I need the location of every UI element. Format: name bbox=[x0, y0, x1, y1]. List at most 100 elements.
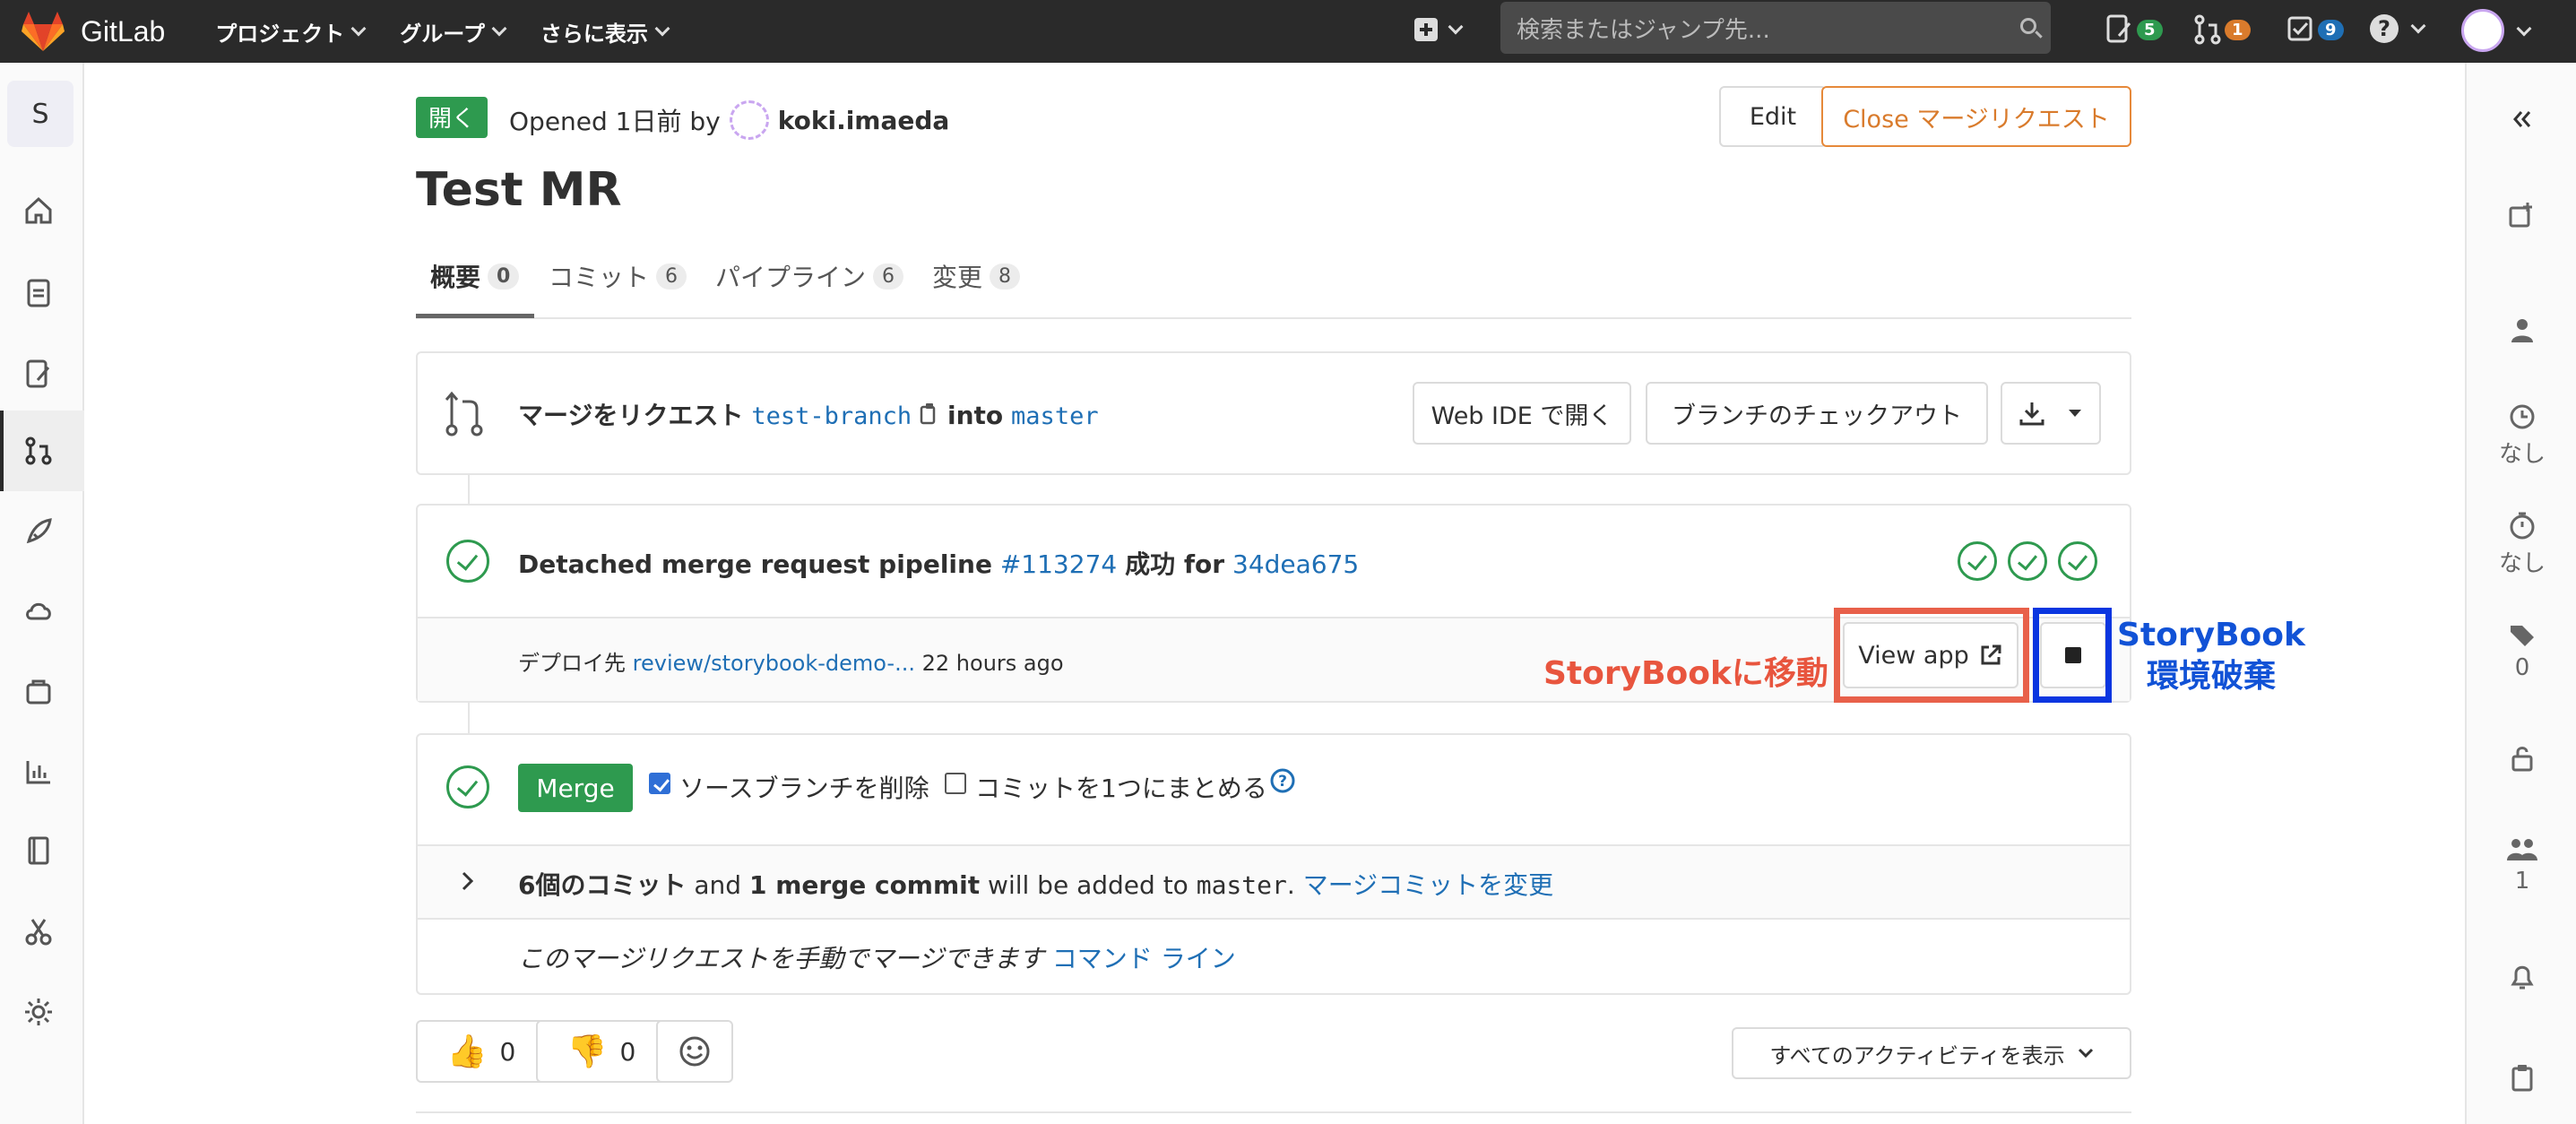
project-avatar[interactable]: S bbox=[7, 81, 73, 147]
svg-text:?: ? bbox=[2378, 16, 2390, 41]
package-icon bbox=[26, 679, 51, 705]
thumbs-down-button[interactable]: 👎 0 bbox=[536, 1020, 667, 1083]
gitlab-logo[interactable]: GitLab bbox=[20, 10, 165, 53]
divider bbox=[416, 1111, 2131, 1113]
thumbs-up-count: 0 bbox=[499, 1036, 516, 1067]
participants-section[interactable]: 1 bbox=[2467, 835, 2576, 895]
sidebar-item-project[interactable] bbox=[20, 192, 57, 229]
todo-count-badge: 9 bbox=[2318, 19, 2344, 40]
stage-success-icon[interactable] bbox=[1958, 541, 1997, 581]
stage-success-icon[interactable] bbox=[2058, 541, 2097, 581]
mr-count-badge: 1 bbox=[2225, 19, 2251, 40]
sidebar-item-analytics[interactable] bbox=[20, 753, 57, 791]
clipboard-icon bbox=[2511, 1065, 2533, 1092]
target-branch-link[interactable]: master bbox=[1011, 402, 1099, 430]
active-tab-underline bbox=[416, 314, 534, 318]
copy-icon[interactable] bbox=[920, 402, 939, 427]
nav-groups[interactable]: グループ bbox=[400, 16, 507, 48]
smiley-icon bbox=[679, 1036, 710, 1067]
help-dropdown[interactable]: ? bbox=[2368, 13, 2426, 45]
todo-add-button[interactable] bbox=[2467, 201, 2576, 235]
web-ide-button[interactable]: Web IDE で開く bbox=[1413, 382, 1631, 445]
sidebar-item-settings[interactable] bbox=[20, 993, 57, 1031]
issues-icon bbox=[2106, 14, 2131, 43]
delete-branch-label[interactable]: ソースブランチを削除 bbox=[679, 769, 929, 805]
sidebar-item-repository[interactable] bbox=[20, 274, 57, 312]
tab-changes[interactable]: 変更 8 bbox=[932, 258, 1021, 294]
scissors-icon bbox=[25, 919, 52, 946]
todos-button[interactable]: 9 bbox=[2287, 14, 2344, 45]
issues-button[interactable]: 5 bbox=[2106, 14, 2163, 45]
sidebar-item-snippets[interactable] bbox=[20, 912, 57, 950]
commits-count: 6個のコミット bbox=[518, 870, 687, 900]
download-dropdown[interactable] bbox=[2001, 382, 2101, 445]
nav-projects[interactable]: プロジェクト bbox=[215, 16, 367, 48]
deploy-time: 22 hours ago bbox=[921, 651, 1064, 676]
pipeline-success-icon[interactable] bbox=[446, 540, 489, 583]
sidebar-item-packages[interactable] bbox=[20, 672, 57, 710]
squash-checkbox[interactable] bbox=[945, 773, 966, 794]
home-icon bbox=[25, 196, 52, 224]
tab-count: 6 bbox=[656, 263, 687, 290]
stage-success-icon[interactable] bbox=[2008, 541, 2047, 581]
checkout-branch-button[interactable]: ブランチのチェックアウト bbox=[1646, 382, 1988, 445]
author-link[interactable]: koki.imaeda bbox=[778, 106, 950, 135]
tab-label: 概要 bbox=[430, 263, 481, 292]
period-text: . bbox=[1286, 870, 1295, 900]
sidebar-item-wiki[interactable] bbox=[20, 832, 57, 869]
thumbs-up-button[interactable]: 👍 0 bbox=[416, 1020, 547, 1083]
activity-filter-label: すべてのアクティビティを表示 bbox=[1769, 1042, 2065, 1068]
edit-button[interactable]: Edit bbox=[1719, 86, 1827, 147]
author-avatar[interactable] bbox=[729, 100, 769, 140]
mr-author-info: Opened 1日前 by koki.imaeda bbox=[509, 100, 949, 140]
sidebar-item-operations[interactable] bbox=[20, 592, 57, 629]
deploy-info: デプロイ先 review/storybook-demo-... 22 hours… bbox=[518, 645, 1064, 677]
logo-text: GitLab bbox=[81, 14, 166, 48]
copy-reference-button[interactable] bbox=[2467, 1063, 2576, 1097]
chevron-right-icon[interactable] bbox=[457, 869, 479, 893]
sidebar-item-cicd[interactable] bbox=[20, 513, 57, 550]
thumbs-down-icon: 👎 bbox=[566, 1033, 608, 1070]
deploy-prefix: デプロイ先 bbox=[518, 651, 626, 676]
merge-requests-button[interactable]: 1 bbox=[2194, 14, 2251, 45]
notifications-toggle[interactable] bbox=[2467, 963, 2576, 997]
svg-text:?: ? bbox=[1278, 773, 1287, 791]
tab-pipelines[interactable]: パイプライン 6 bbox=[715, 258, 904, 294]
pipeline-status: 成功 for bbox=[1125, 549, 1225, 579]
collapse-sidebar-button[interactable] bbox=[2467, 106, 2576, 138]
source-branch-link[interactable]: test-branch bbox=[751, 402, 912, 430]
merge-ready-icon bbox=[446, 765, 489, 808]
command-line-link[interactable]: コマンド ライン bbox=[1052, 944, 1236, 973]
sidebar-item-issues[interactable] bbox=[20, 355, 57, 393]
sidebar-item-merge-requests[interactable] bbox=[20, 432, 57, 470]
into-label: into bbox=[947, 401, 1004, 430]
add-reaction-button[interactable] bbox=[656, 1020, 733, 1083]
squash-label[interactable]: コミットを1つにまとめる bbox=[975, 769, 1267, 805]
manual-merge-text: このマージリクエストを手動でマージできます コマンド ライン bbox=[518, 939, 1236, 975]
participants-icon bbox=[2507, 839, 2537, 860]
environment-link[interactable]: review/storybook-demo-... bbox=[633, 651, 915, 676]
tanuki-icon bbox=[22, 12, 65, 51]
labels-section[interactable]: 0 bbox=[2467, 622, 2576, 681]
activity-filter-dropdown[interactable]: すべてのアクティビティを表示 bbox=[1732, 1027, 2131, 1079]
commit-link[interactable]: 34dea675 bbox=[1232, 549, 1359, 579]
modify-merge-commit-link[interactable]: マージコミットを変更 bbox=[1303, 870, 1553, 900]
delete-branch-checkbox[interactable] bbox=[649, 773, 670, 794]
assignee-section[interactable] bbox=[2467, 316, 2576, 350]
lock-section[interactable] bbox=[2467, 744, 2576, 778]
user-avatar[interactable] bbox=[2461, 9, 2504, 52]
target-branch-name: master bbox=[1196, 870, 1287, 900]
tab-overview[interactable]: 概要 0 bbox=[430, 258, 520, 294]
milestone-section[interactable]: なし bbox=[2467, 403, 2576, 469]
tab-count: 8 bbox=[990, 263, 1021, 290]
time-tracking-section[interactable]: なし bbox=[2467, 511, 2576, 578]
search-input[interactable]: 検索またはジャンプ先... bbox=[1500, 2, 2051, 54]
nav-more[interactable]: さらに表示 bbox=[540, 16, 670, 48]
pipeline-id-link[interactable]: #113274 bbox=[1000, 549, 1117, 579]
help-icon[interactable]: ? bbox=[1269, 767, 1296, 794]
close-mr-button[interactable]: Close マージリクエスト bbox=[1821, 86, 2131, 147]
merge-button[interactable]: Merge bbox=[518, 764, 633, 812]
chevron-down-icon bbox=[2078, 1048, 2093, 1059]
tab-commits[interactable]: コミット 6 bbox=[549, 258, 687, 294]
new-item-dropdown[interactable] bbox=[1414, 18, 1464, 41]
